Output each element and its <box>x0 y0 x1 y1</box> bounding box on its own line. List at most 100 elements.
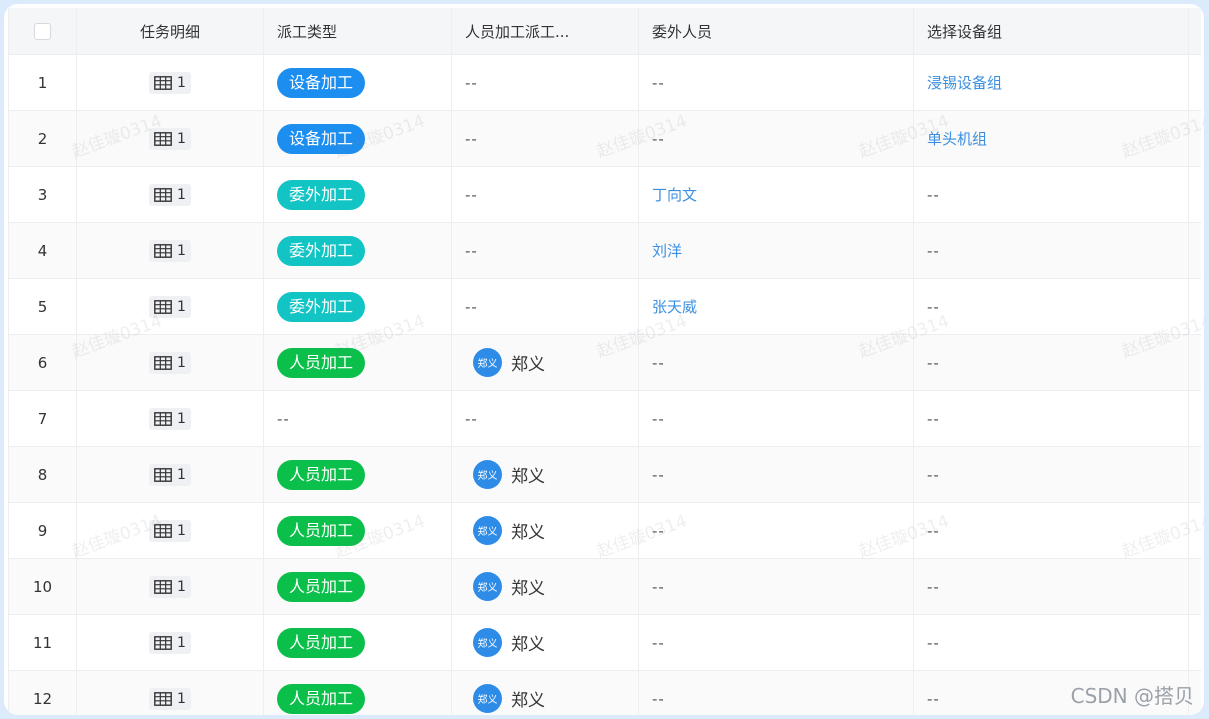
person-dispatch-cell: -- <box>452 55 639 110</box>
outsource-person-cell: -- <box>639 503 914 558</box>
table-row[interactable]: 1 1 设备加工 -- -- 浸锡设备组 <box>9 55 1201 111</box>
person-name: 郑义 <box>511 523 545 543</box>
task-detail-button[interactable]: 1 <box>149 295 191 318</box>
task-detail-button[interactable]: 1 <box>149 183 191 206</box>
task-detail-button[interactable]: 1 <box>149 687 191 710</box>
outsource-person-value: -- <box>652 577 665 596</box>
task-detail-cell: 1 <box>77 335 264 390</box>
row-index: 3 <box>9 167 77 222</box>
device-group-cell: 浸锡设备组 <box>914 55 1189 110</box>
header-outsource-person[interactable]: 委外人员 <box>639 8 914 54</box>
avatar: 郑义 <box>473 348 502 377</box>
header-device-group[interactable]: 选择设备组 <box>914 8 1189 54</box>
select-all-checkbox[interactable] <box>34 22 51 40</box>
task-detail-button[interactable]: 1 <box>149 407 191 430</box>
table-row[interactable]: 12 1 人员加工 郑义 郑义 -- -- <box>9 671 1201 715</box>
person-empty: -- <box>465 185 478 204</box>
table-grid-icon <box>154 523 172 538</box>
task-detail-button[interactable]: 1 <box>149 519 191 542</box>
avatar: 郑义 <box>473 516 502 545</box>
dispatch-type-cell: 人员加工 <box>264 503 452 558</box>
task-detail-button[interactable]: 1 <box>149 575 191 598</box>
task-detail-button[interactable]: 1 <box>149 127 191 150</box>
outsource-person-cell: -- <box>639 391 914 446</box>
person-dispatch-cell: -- <box>452 391 639 446</box>
task-detail-cell: 1 <box>77 671 264 715</box>
header-task-detail[interactable]: 任务明细 <box>77 8 264 54</box>
dispatch-type-tag: 委外加工 <box>277 235 366 266</box>
device-group-cell: -- <box>914 167 1189 222</box>
row-index: 8 <box>9 447 77 502</box>
outsource-person-value[interactable]: 刘洋 <box>652 240 682 261</box>
task-detail-button[interactable]: 1 <box>149 631 191 654</box>
person-empty: -- <box>465 241 478 260</box>
dispatch-type-cell: 设备加工 <box>264 55 452 110</box>
header-dispatch-type[interactable]: 派工类型 <box>264 8 452 54</box>
table-row[interactable]: 9 1 人员加工 郑义 郑义 -- -- <box>9 503 1201 559</box>
table-row[interactable]: 11 1 人员加工 郑义 郑义 -- -- <box>9 615 1201 671</box>
task-detail-cell: 1 <box>77 111 264 166</box>
table-row[interactable]: 4 1 委外加工 -- 刘洋 -- <box>9 223 1201 279</box>
table-row[interactable]: 8 1 人员加工 郑义 郑义 -- -- <box>9 447 1201 503</box>
dispatch-type-cell: 人员加工 <box>264 447 452 502</box>
outsource-person-value[interactable]: 张天威 <box>652 296 697 317</box>
overflow-column-cell <box>1189 447 1201 502</box>
dispatch-type-cell: 委外加工 <box>264 223 452 278</box>
table-grid-icon <box>154 579 172 594</box>
table-row[interactable]: 6 1 人员加工 郑义 郑义 -- -- <box>9 335 1201 391</box>
table-grid-icon <box>154 187 172 202</box>
person-dispatch-cell: 郑义 郑义 <box>452 615 639 670</box>
person-empty: -- <box>465 73 478 92</box>
task-detail-cell: 1 <box>77 223 264 278</box>
task-count: 1 <box>177 410 186 427</box>
task-detail-button[interactable]: 1 <box>149 239 191 262</box>
task-count: 1 <box>177 186 186 203</box>
avatar: 郑义 <box>473 572 502 601</box>
device-group-value: -- <box>927 353 940 372</box>
outsource-person-cell: 刘洋 <box>639 223 914 278</box>
task-detail-cell: 1 <box>77 279 264 334</box>
table-grid-icon <box>154 411 172 426</box>
device-group-value: -- <box>927 521 940 540</box>
outsource-person-cell: -- <box>639 671 914 715</box>
task-count: 1 <box>177 354 186 371</box>
outsource-person-value: -- <box>652 73 665 92</box>
task-detail-cell: 1 <box>77 391 264 446</box>
dispatch-type-tag: 设备加工 <box>277 123 366 154</box>
device-group-value[interactable]: 浸锡设备组 <box>927 72 1002 93</box>
table-row[interactable]: 5 1 委外加工 -- 张天威 -- <box>9 279 1201 335</box>
overflow-column-cell <box>1189 559 1201 614</box>
table-grid-icon <box>154 299 172 314</box>
person-name: 郑义 <box>511 467 545 487</box>
row-index: 2 <box>9 111 77 166</box>
row-index: 12 <box>9 671 77 715</box>
table-grid-icon <box>154 467 172 482</box>
csdn-watermark: CSDN @搭贝 <box>1070 684 1194 708</box>
dispatch-type-empty: -- <box>277 409 290 428</box>
dispatch-type-cell: 设备加工 <box>264 111 452 166</box>
table-grid-icon <box>154 75 172 90</box>
table-row[interactable]: 2 1 设备加工 -- -- 单头机组 <box>9 111 1201 167</box>
person-dispatch-cell: 郑义 郑义 <box>452 559 639 614</box>
person-dispatch-cell: 郑义 郑义 <box>452 671 639 715</box>
table-row[interactable]: 10 1 人员加工 郑义 郑义 -- -- <box>9 559 1201 615</box>
device-group-cell: -- <box>914 335 1189 390</box>
dispatch-type-tag: 人员加工 <box>277 683 366 714</box>
person-dispatch-cell: -- <box>452 111 639 166</box>
header-person-dispatch[interactable]: 人员加工派工... <box>452 8 639 54</box>
table-row[interactable]: 7 1 -- -- -- -- <box>9 391 1201 447</box>
task-detail-button[interactable]: 1 <box>149 71 191 94</box>
table-row[interactable]: 3 1 委外加工 -- 丁向文 -- <box>9 167 1201 223</box>
row-index: 5 <box>9 279 77 334</box>
table-grid-icon <box>154 355 172 370</box>
outsource-person-cell: 丁向文 <box>639 167 914 222</box>
outsource-person-cell: -- <box>639 615 914 670</box>
task-detail-button[interactable]: 1 <box>149 463 191 486</box>
task-detail-cell: 1 <box>77 503 264 558</box>
device-group-value[interactable]: 单头机组 <box>927 128 987 149</box>
task-detail-cell: 1 <box>77 55 264 110</box>
row-index: 10 <box>9 559 77 614</box>
task-detail-button[interactable]: 1 <box>149 351 191 374</box>
outsource-person-value[interactable]: 丁向文 <box>652 184 697 205</box>
device-group-value: -- <box>927 409 940 428</box>
